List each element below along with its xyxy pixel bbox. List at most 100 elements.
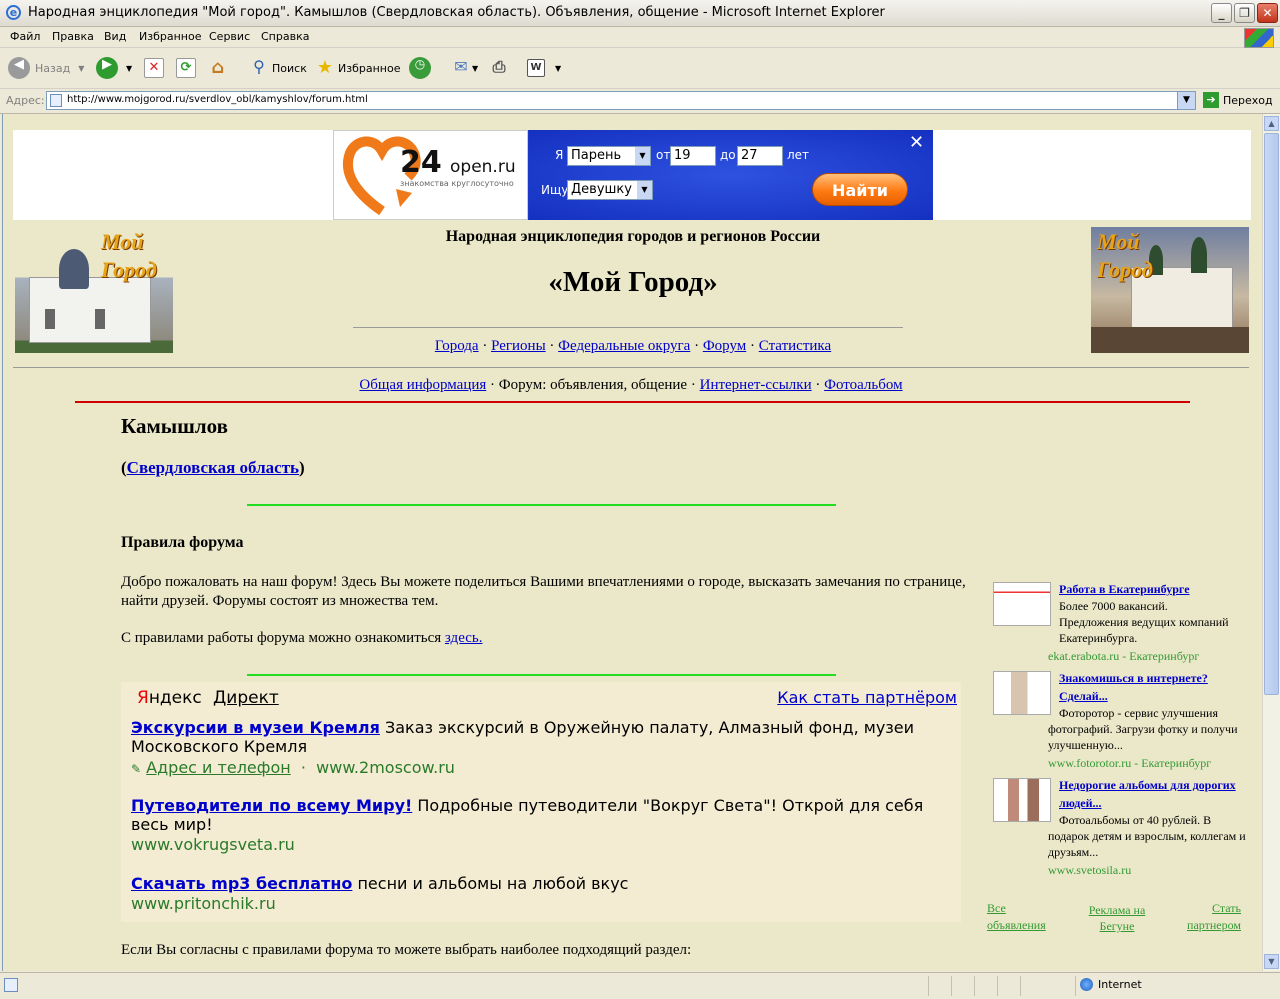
rules-link[interactable]: здесь. — [445, 630, 483, 646]
scroll-down-icon[interactable]: ▼ — [1264, 954, 1279, 969]
logo-text-moj: Мой — [101, 229, 144, 254]
mail-icon: ✉ — [454, 57, 468, 76]
site-subtitle: Народная энциклопедия городов и регионов… — [445, 228, 821, 245]
nav-forum[interactable]: Форум — [703, 338, 746, 354]
title-bar: e Народная энциклопедия "Мой город". Кам… — [0, 0, 1280, 27]
favorites-button[interactable]: ★ Избранное — [314, 57, 401, 79]
refresh-button[interactable]: ⟳ — [176, 57, 196, 79]
banner-close-icon[interactable]: ✕ — [909, 132, 924, 153]
gender-select[interactable]: Парень ▼ — [567, 146, 651, 166]
yandex-direct-block: Яндекс Директ Как стать партнёром Экскур… — [121, 682, 961, 922]
vertical-scrollbar[interactable]: ▲ ▼ — [1262, 114, 1280, 971]
subnav-general-info[interactable]: Общая информация — [359, 377, 486, 393]
logo-text-gorod: Город — [101, 257, 157, 282]
yandex-ad-url[interactable]: www.2moscow.ru — [316, 758, 455, 777]
find-button[interactable]: Найти — [812, 173, 908, 206]
region-line: (Свердловская область) — [121, 458, 305, 477]
address-input[interactable]: http://www.mojgorod.ru/sverdlov_obl/kamy… — [46, 91, 1196, 110]
menu-help[interactable]: Справка — [261, 30, 309, 43]
begun-ads-link[interactable]: Реклама на Бегуне — [1082, 902, 1152, 934]
scroll-up-icon[interactable]: ▲ — [1264, 116, 1279, 131]
back-button[interactable]: ◀ Назад ▼ — [8, 57, 84, 79]
yandex-ad-url[interactable]: www.vokrugsveta.ru — [131, 835, 295, 854]
edit-button[interactable]: W ▼ — [527, 57, 561, 79]
globe-icon — [1080, 978, 1093, 991]
site-title: «Мой Город» — [548, 266, 718, 298]
menu-tools[interactable]: Сервис — [209, 30, 250, 43]
ad-thumbnail[interactable] — [993, 671, 1051, 715]
history-icon: ◷ — [409, 57, 431, 79]
address-bar: Адрес: http://www.mojgorod.ru/sverdlov_o… — [0, 89, 1280, 114]
red-divider — [75, 401, 1190, 403]
yandex-ad-url[interactable]: www.pritonchik.ru — [131, 894, 276, 913]
home-button[interactable]: ⌂ — [207, 57, 229, 79]
forward-dropdown-icon[interactable]: ▼ — [126, 64, 132, 73]
stop-icon: ✕ — [144, 58, 164, 78]
address-phone-link[interactable]: Адрес и телефон — [146, 758, 291, 777]
yandex-ad-title[interactable]: Путеводители по всему Миру! — [131, 796, 412, 815]
minimize-button[interactable]: _ — [1211, 3, 1232, 23]
close-button[interactable]: ✕ — [1257, 3, 1278, 23]
toolbar: ◀ Назад ▼ ▶ ▼ ✕ ⟳ ⌂ ⚲ Поиск ★ Избранное … — [0, 48, 1280, 89]
side-ad-text: Фоторотор - сервис улучшения фотографий.… — [1048, 706, 1238, 752]
yandex-ad-links: ✎ Адрес и телефон · www.2moscow.ru — [131, 758, 455, 777]
nav-cities[interactable]: Города — [435, 338, 479, 354]
yandex-direct-link[interactable]: Директ — [213, 688, 279, 708]
print-button[interactable]: ⎙ — [488, 57, 510, 79]
divider — [353, 327, 903, 328]
history-button[interactable]: ◷ — [409, 57, 431, 79]
rules-heading: Правила форума — [121, 534, 244, 551]
page-viewport: 24 open.ru знакомства круглосуточно Я Па… — [2, 114, 1263, 971]
windows-logo-icon — [1244, 28, 1274, 48]
ad-thumbnail[interactable] — [993, 778, 1051, 822]
green-divider — [247, 674, 836, 676]
address-dropdown-icon[interactable]: ▼ — [1177, 92, 1195, 109]
nav-regions[interactable]: Регионы — [491, 338, 546, 354]
mail-button[interactable]: ✉ ▼ — [450, 57, 478, 79]
ad-thumbnail[interactable] — [993, 582, 1051, 626]
scroll-thumb[interactable] — [1264, 133, 1279, 695]
menu-file[interactable]: Файл — [10, 30, 40, 43]
menu-edit[interactable]: Правка — [52, 30, 94, 43]
yandex-ad-title[interactable]: Экскурсии в музеи Кремля — [131, 718, 380, 737]
choose-section-text: Если Вы согласны с правилами форума то м… — [121, 942, 692, 958]
star-icon: ★ — [316, 57, 334, 78]
side-ad-url[interactable]: www.svetosila.ru — [1048, 863, 1131, 878]
back-dropdown-icon[interactable]: ▼ — [78, 64, 84, 73]
stop-button[interactable]: ✕ — [144, 57, 164, 79]
age-to-input[interactable]: 27 — [737, 146, 783, 166]
dating-banner[interactable]: 24 open.ru знакомства круглосуточно Я Па… — [333, 130, 933, 220]
side-ad-title[interactable]: Недорогие альбомы для дорогих людей... — [1059, 778, 1236, 810]
yandex-ad: Экскурсии в музеи Кремля Заказ экскурсий… — [131, 718, 915, 756]
region-link[interactable]: Свердловская область — [127, 458, 299, 477]
subnav-internet-links[interactable]: Интернет-ссылки — [700, 377, 812, 393]
side-ad-title-wrap: Знакомишься в интернете? Сделай... — [1059, 670, 1239, 706]
seek-select[interactable]: Девушку ▼ — [567, 180, 653, 200]
banner-logo: 24 open.ru знакомства круглосуточно — [333, 130, 528, 220]
side-ad-url[interactable]: ekat.erabota.ru - Екатеринбург — [1048, 649, 1199, 664]
nav-federal-districts[interactable]: Федеральные округа — [558, 338, 690, 354]
go-button[interactable]: ➔ Переход — [1203, 92, 1273, 108]
nav-statistics[interactable]: Статистика — [759, 338, 831, 354]
mail-dropdown-icon[interactable]: ▼ — [472, 64, 478, 73]
maximize-button[interactable]: ❐ — [1234, 3, 1255, 23]
become-partner-side-link[interactable]: Стать партнером — [1177, 900, 1241, 934]
side-ad-text: Фотоальбомы от 40 рублей. В подарок детя… — [1048, 813, 1246, 859]
all-ads-link[interactable]: Все объявления — [987, 900, 1057, 934]
side-ad-title[interactable]: Знакомишься в интернете? Сделай... — [1059, 671, 1208, 703]
menu-bar: Файл Правка Вид Избранное Сервис Справка — [0, 27, 1280, 48]
menu-favorites[interactable]: Избранное — [139, 30, 201, 43]
yandex-brand: Яндекс — [137, 688, 202, 708]
forward-button[interactable]: ▶ ▼ — [96, 57, 132, 79]
side-ad-title[interactable]: Работа в Екатеринбурге — [1059, 582, 1190, 597]
side-ad-text: Более 7000 вакансий. Предложения ведущих… — [1059, 599, 1229, 645]
edit-dropdown-icon[interactable]: ▼ — [555, 64, 561, 73]
menu-view[interactable]: Вид — [104, 30, 126, 43]
side-ad-url[interactable]: www.fotorotor.ru - Екатеринбург — [1048, 756, 1211, 771]
search-button[interactable]: ⚲ Поиск — [248, 57, 307, 79]
forward-arrow-icon: ▶ — [96, 57, 118, 79]
become-partner-link[interactable]: Как стать партнёром — [777, 688, 957, 707]
yandex-ad-title[interactable]: Скачать mp3 бесплатно — [131, 874, 352, 893]
subnav-photo-album[interactable]: Фотоальбом — [824, 377, 902, 393]
age-from-input[interactable]: 19 — [670, 146, 716, 166]
